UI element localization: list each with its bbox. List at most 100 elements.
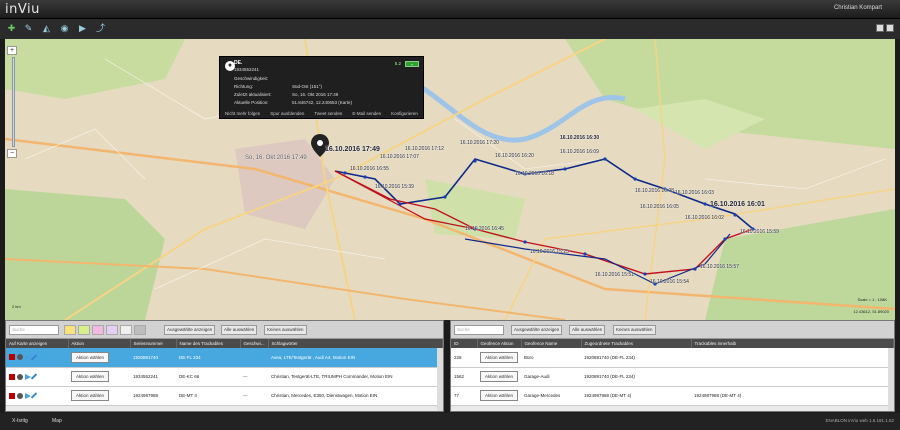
play-icon[interactable] [25,373,31,380]
table-row[interactable]: 228 Aktion wählen Büro 1920891740 (DE-FL… [451,348,894,368]
stop-icon[interactable] [9,354,15,361]
action-select-button[interactable]: Aktion wählen [480,371,519,382]
pen-icon[interactable]: ✎ [22,22,35,35]
action-cell: Aktion wählen [68,386,130,406]
bottom-tab[interactable]: Map [48,417,66,425]
color-filter-yellow[interactable] [64,325,76,335]
column-header[interactable]: Geofence Aktion [477,339,522,348]
color-filter-gray[interactable] [134,325,146,335]
popup-row-value[interactable]: 51.846742, 12.240653 (Karte) [292,100,352,105]
color-filter-violet[interactable] [106,325,118,335]
speed-cell [240,348,268,368]
action-select-button[interactable]: Aktion wählen [480,390,519,401]
version-label: ENABLON inViu web 1.6.181.1.52 [825,418,894,423]
tracker-popup: ● DE. 1934552241 5.2 + Geschwindigkeit: … [219,56,424,119]
select-all-button[interactable]: Alle auswählen [221,325,258,335]
trackables-table: Auf Karte anzeigen Aktion Seriennummer N… [6,339,443,406]
map-label: 16.10.2016 16:55 [350,166,389,172]
column-header[interactable]: Geofence Name [521,339,582,348]
stop-icon[interactable] [9,392,15,399]
shape-icon[interactable]: ◭ [40,22,53,35]
name-cell: DE-FL 234 [176,348,240,368]
table-header: ID Geofence Aktion Geofence Name Zugeord… [451,339,894,348]
tags-cell: Christian, Testgerät-LTE, TRIUMPH Comman… [268,367,443,387]
unfollow-link[interactable]: Nicht mehr folgen [225,111,260,116]
edit-icon[interactable] [30,373,38,380]
user-name[interactable]: Christian Kompart [834,5,882,11]
geofences-scrollbar[interactable] [888,348,894,411]
add-icon[interactable]: ✚ [5,22,18,35]
table-row[interactable]: 77 Aktion wählen Garage-Mercedes 1924987… [451,386,894,406]
map-label: 16.10.2016 15:39 [375,184,414,190]
edit-icon[interactable] [30,392,38,399]
column-header[interactable]: Trackables innerhalb [691,339,894,348]
action-select-button[interactable]: Aktion wählen [71,371,110,382]
stop-icon[interactable] [9,373,15,380]
eye-icon[interactable]: ◉ [58,22,71,35]
color-filter-pink[interactable] [92,325,104,335]
map-label: 16.10.2016 16:20 [495,153,534,159]
color-filter-green[interactable] [78,325,90,335]
column-header[interactable]: Schlagwörter [268,339,443,348]
action-cell: Aktion wählen [477,386,521,406]
map-label: 16.10.2016 15:57 [700,264,739,270]
maximize-icon[interactable] [886,24,894,32]
send-tweet-link[interactable]: Tweet senden [314,111,342,116]
map-label: 16.10.2016 17:12 [405,146,444,152]
eye-icon[interactable] [17,354,23,361]
send-email-link[interactable]: E-Mail senden [352,111,381,116]
color-filter-white[interactable] [120,325,132,335]
assigned-cell: 1920891740 (DE-FL 234) [581,367,691,387]
map-canvas [5,39,895,320]
table-row[interactable]: Aktion wählen 1934552241 DE-KC 66 --- Ch… [6,367,443,387]
geofence-name-cell: Garage-Audi [521,367,581,387]
action-cell: Aktion wählen [68,348,130,368]
assigned-cell: 1920891740 (DE-FL 234) [581,348,691,368]
popup-id: 1934552241 [234,67,260,72]
map-view[interactable]: + − 16.10.2016 17:49 So, 16. Okt 2016 17… [5,39,895,320]
route-icon[interactable]: ⤴ [94,22,107,35]
play-icon[interactable] [25,392,31,399]
eye-icon[interactable] [17,373,23,380]
hide-track-link[interactable]: Spur ausblenden [270,111,304,116]
geofences-search-input[interactable]: Suche [454,325,504,335]
show-selected-button[interactable]: Ausgewählte anzeigen [164,325,216,335]
trackables-scrollbar[interactable] [437,348,443,411]
map-coordinates: 12.43612, 51.89020 [853,309,889,314]
show-selected-button[interactable]: Ausgewählte anzeigen [511,325,563,335]
select-none-button[interactable]: Keines auswählen [264,325,307,335]
table-row[interactable]: 1562 Aktion wählen Garage-Audi 192089174… [451,367,894,387]
bottom-tab[interactable]: X-Isritg [8,417,32,425]
trackables-panel: Suche Ausgewählte anzeigen Alle auswähle… [5,320,444,412]
table-row[interactable]: Aktion wählen 1920891740 DE-FL 234 Avea,… [6,348,443,368]
serial-cell: 1924987988 [130,386,176,406]
play-icon[interactable]: ▶ [76,22,89,35]
select-none-button[interactable]: Keines auswählen [613,325,656,335]
edit-icon[interactable] [30,354,38,361]
minimize-icon[interactable] [876,24,884,32]
trackables-search-input[interactable]: Suche [9,325,59,335]
zoom-slider[interactable] [11,57,15,147]
app-logo: inViu [5,2,40,17]
action-select-button[interactable]: Aktion wählen [71,390,110,401]
table-row[interactable]: Aktion wählen 1924987988 DE-MT 4 --- Chr… [6,386,443,406]
column-header[interactable]: Name des Trackables [176,339,241,348]
column-header[interactable]: Seriennummer [130,339,177,348]
map-toolbar: ✚ ✎ ◭ ◉ ▶ ⤴ [0,19,900,39]
row-icons [6,386,68,406]
column-header[interactable]: Geschwi... [240,339,269,348]
column-header[interactable]: Zugeordnete Trackables [581,339,692,348]
popup-row-label: Aktuelle Position: [234,100,269,105]
column-header[interactable]: ID [451,339,478,348]
column-header[interactable]: Auf Karte anzeigen [6,339,69,348]
map-scale-ratio: Scale = 1 : 108K [857,297,887,302]
column-header[interactable]: Aktion [68,339,131,348]
eye-icon[interactable] [17,392,23,399]
action-select-button[interactable]: Aktion wählen [480,351,519,363]
marker-time-label: 16.10.2016 17:49 [325,146,380,153]
action-select-button[interactable]: Aktion wählen [71,351,110,363]
zoom-in-button[interactable]: + [7,46,17,55]
configure-link[interactable]: Konfigurieren [391,111,418,116]
zoom-out-button[interactable]: − [7,149,17,158]
select-all-button[interactable]: Alle auswählen [569,325,606,335]
